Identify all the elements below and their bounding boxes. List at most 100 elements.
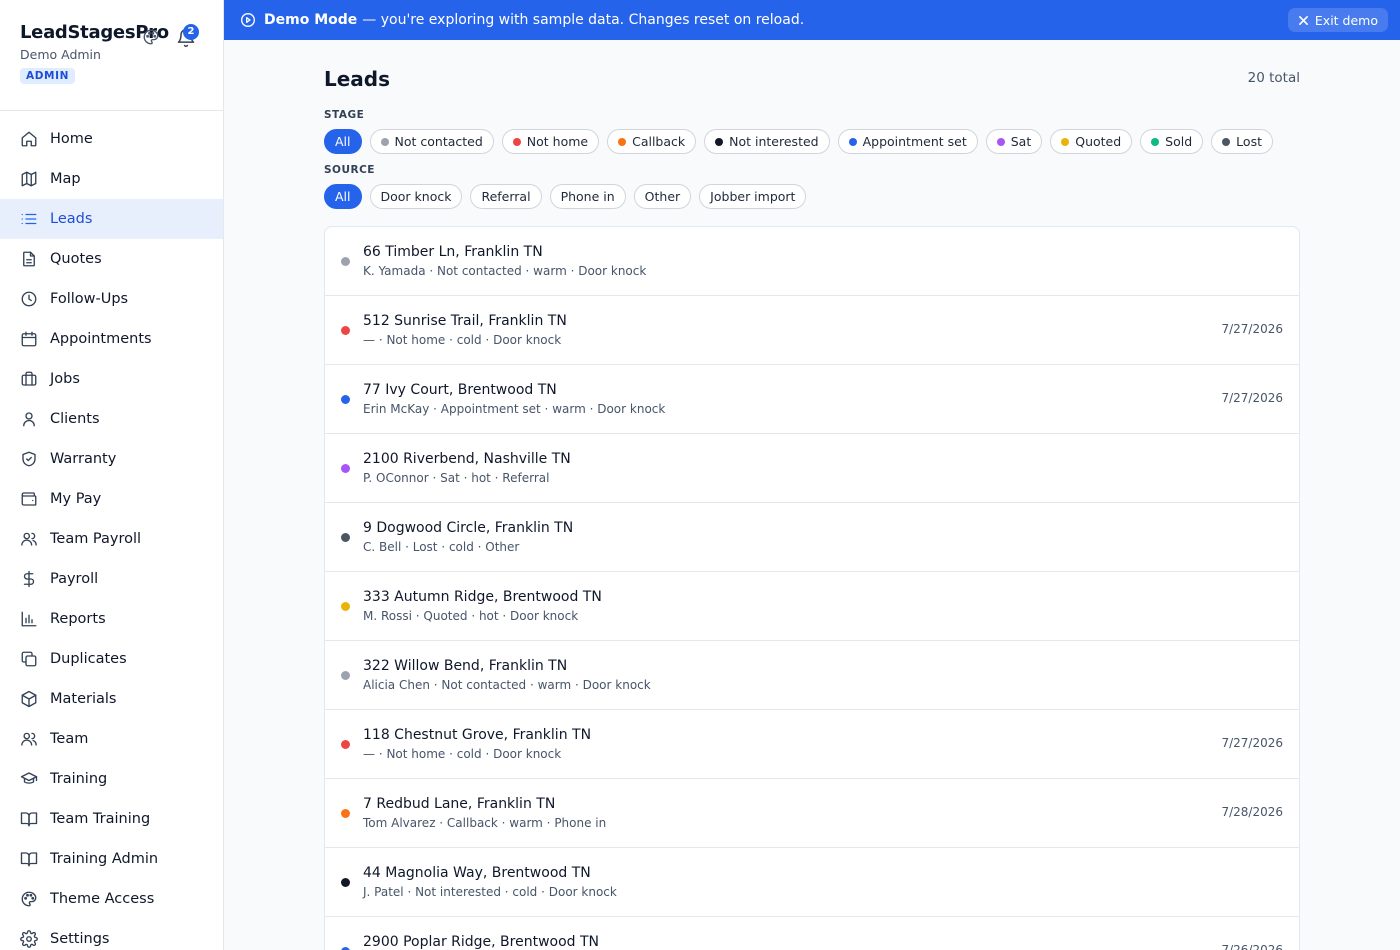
sidebar-item-team[interactable]: Team [0,719,223,759]
lead-row[interactable]: 44 Magnolia Way, Brentwood TN J. Patel · … [325,848,1299,917]
lead-address: 322 Willow Bend, Franklin TN [363,658,568,674]
sidebar-item-label: Training Admin [50,851,159,867]
source-filter-chip[interactable]: All [324,184,362,209]
gear-icon [20,930,38,948]
wallet-icon [21,492,37,506]
sidebar-item-label: Materials [50,691,117,707]
lead-meta: Alicia Chen · Not contacted · warm · Doo… [363,678,651,692]
source-filter-chip-label: Referral [481,189,531,204]
stage-filter-chip-label: Appointment set [862,134,967,149]
stage-filter-chip[interactable]: Callback [607,129,697,154]
palette-icon [21,891,37,907]
sidebar-item-leads[interactable]: Leads [0,199,223,239]
stage-filter-chip[interactable]: Sat [985,129,1043,154]
sidebar-item-materials[interactable]: Materials [0,679,223,719]
sidebar-item-clients[interactable]: Clients [0,399,223,439]
stage-filter-chip[interactable]: Appointment set [837,129,978,154]
lead-stage-dot [341,740,350,749]
lead-meta: M. Rossi · Quoted · hot · Door knock [363,609,579,623]
stage-filter-chip[interactable]: Sold [1140,129,1204,154]
palette-icon[interactable] [142,28,160,46]
lead-meta: K. Yamada · Not contacted · warm · Door … [363,264,647,278]
user-icon [23,412,35,427]
sidebar-item-label: Map [50,171,81,187]
stage-filter-chip[interactable]: Not contacted [369,129,494,154]
source-filter-chip[interactable]: Jobber import [699,184,807,209]
lead-row[interactable]: 9 Dogwood Circle, Franklin TN C. Bell · L… [325,503,1299,572]
sidebar-item-warranty[interactable]: Warranty [0,439,223,479]
graduation-cap-icon [20,772,38,784]
lead-row[interactable]: 333 Autumn Ridge, Brentwood TN M. Rossi ·… [325,572,1299,641]
stage-color-dot [618,137,627,146]
stage-filter-chip[interactable]: Lost [1211,129,1273,154]
lead-row[interactable]: 2900 Poplar Ridge, Brentwood TN 7/26/2026 [325,917,1299,950]
sidebar-item-label: Leads [50,211,93,227]
sidebar-item-reports[interactable]: Reports [0,599,223,639]
sidebar-item-label: Team [50,731,89,747]
lead-row[interactable]: 118 Chestnut Grove, Franklin TN — · Not h… [325,710,1299,779]
stage-color-dot [715,137,724,146]
demo-mode-banner: Demo Mode — you're exploring with sample… [224,0,1400,40]
notification-count-badge[interactable]: 2 [183,24,199,40]
sidebar-item-label: Theme Access [50,891,155,907]
stage-color-dot [380,137,389,146]
stage-filter-chip[interactable]: Quoted [1050,129,1133,154]
lead-row[interactable]: 7 Redbud Lane, Franklin TN Tom Alvarez · … [325,779,1299,848]
sidebar-item-payroll[interactable]: Payroll [0,559,223,599]
stage-filter-label: STAGE [324,109,365,121]
stage-filter-chip-label: Sold [1165,134,1193,149]
sidebar-item-map[interactable]: Map [0,159,223,199]
sidebar-item-theme-access[interactable]: Theme Access [0,879,223,919]
sidebar-item-label: Team Training [50,811,151,827]
source-filter-chip[interactable]: Door knock [369,184,463,209]
lead-stage-dot [341,878,350,887]
lead-meta: — · Not home · cold · Door knock [363,747,562,761]
document-icon [23,251,35,267]
source-filter-chip[interactable]: Phone in [549,184,626,209]
close-icon [1298,15,1308,25]
sidebar-item-my-pay[interactable]: My Pay [0,479,223,519]
sidebar-item-jobs[interactable]: Jobs [0,359,223,399]
lead-row[interactable]: 322 Willow Bend, Franklin TN Alicia Chen … [325,641,1299,710]
exit-demo-button[interactable]: Exit demo [1287,8,1388,32]
stage-filter-chip[interactable]: Not home [501,129,600,154]
leads-list: 66 Timber Ln, Franklin TN K. Yamada · Not… [324,226,1300,950]
sidebar-item-label: Duplicates [50,651,127,667]
lead-stage-dot [341,395,350,404]
briefcase-icon [21,371,37,386]
sidebar-item-home[interactable]: Home [0,119,223,159]
lead-date: 7/27/2026 [1221,736,1283,750]
source-filter-chip-label: All [335,189,351,204]
lead-row[interactable]: 66 Timber Ln, Franklin TN K. Yamada · Not… [325,227,1299,296]
brand-header: LeadStagesPro Demo Admin ADMIN 2 [0,0,223,111]
sidebar-item-duplicates[interactable]: Duplicates [0,639,223,679]
source-filter-chip[interactable]: Referral [470,184,542,209]
stage-color-dot [512,137,521,146]
sidebar-item-team-training[interactable]: Team Training [0,799,223,839]
lead-meta: Erin McKay · Appointment set · warm · Do… [363,402,666,416]
role-badge: ADMIN [20,68,75,84]
sidebar-item-appointments[interactable]: Appointments [0,319,223,359]
sidebar-item-label: Follow-Ups [50,291,129,307]
stage-filter-chip-label: All [335,134,351,149]
sidebar-item-label: Reports [50,611,106,627]
sidebar-item-training[interactable]: Training [0,759,223,799]
lead-meta: — · Not home · cold · Door knock [363,333,562,347]
lead-row[interactable]: 512 Sunrise Trail, Franklin TN — · Not ho… [325,296,1299,365]
source-filter-chip[interactable]: Other [633,184,692,209]
sidebar-item-training-admin[interactable]: Training Admin [0,839,223,879]
stage-filter-chip-label: Lost [1236,134,1262,149]
lead-row[interactable]: 77 Ivy Court, Brentwood TN Erin McKay · A… [325,365,1299,434]
lead-meta: J. Patel · Not interested · cold · Door … [363,885,617,899]
stage-filter-chip[interactable]: Not interested [704,129,830,154]
sidebar-item-label: Warranty [50,451,117,467]
lead-row[interactable]: 2100 Riverbend, Nashville TN P. OConnor ·… [325,434,1299,503]
sidebar-item-follow-ups[interactable]: Follow-Ups [0,279,223,319]
stage-filter-chip[interactable]: All [324,129,362,154]
sidebar-item-team-payroll[interactable]: Team Payroll [0,519,223,559]
sidebar-item-settings[interactable]: Settings [0,919,223,950]
sidebar-item-label: Appointments [50,331,152,347]
stage-filter-chips: All Not contacted Not home Callback Not inte… [324,129,1273,154]
stage-color-dot [848,137,857,146]
sidebar-item-quotes[interactable]: Quotes [0,239,223,279]
